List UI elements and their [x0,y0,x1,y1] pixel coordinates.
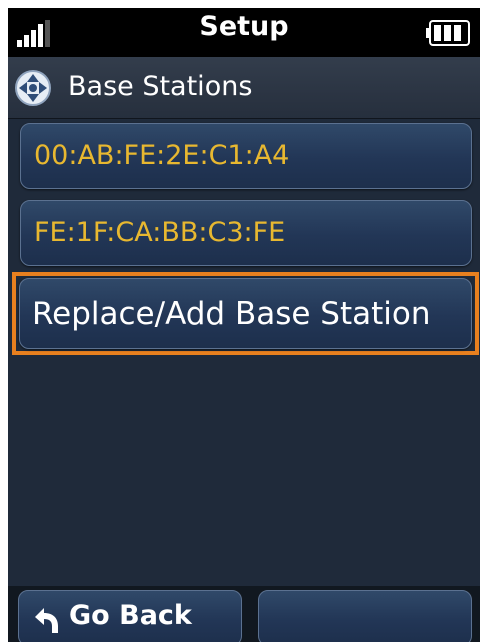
phone-screen: Setup Base Stations 00:AB:FE:2E:C1:A4 FE… [8,8,480,642]
screen-header: Base Stations [8,57,480,119]
go-back-button[interactable]: Go Back [18,590,242,642]
base-station-item[interactable]: FE:1F:CA:BB:C3:FE [20,200,472,266]
status-bar: Setup [8,8,480,57]
page-title: Base Stations [68,71,253,102]
battery-icon [426,20,470,46]
base-station-icon [15,70,51,106]
base-station-item[interactable]: 00:AB:FE:2E:C1:A4 [20,123,472,189]
replace-add-base-station-button[interactable]: Replace/Add Base Station [19,278,472,349]
go-back-label: Go Back [69,600,192,631]
softkey-bar: Go Back [8,586,480,642]
back-arrow-icon [35,608,58,633]
status-title: Setup [199,11,289,42]
right-softkey[interactable] [258,590,472,642]
